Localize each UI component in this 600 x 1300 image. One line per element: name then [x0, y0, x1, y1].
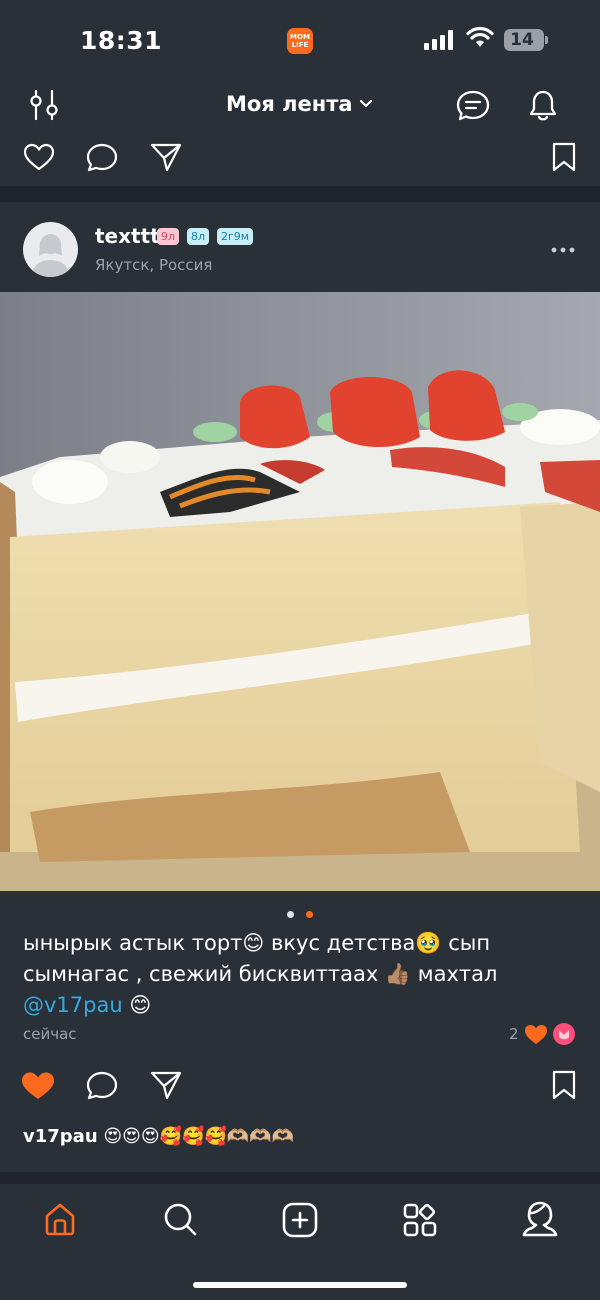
- wifi-icon: [466, 27, 494, 47]
- app-badge-icon: MOM LIFE: [287, 28, 313, 54]
- comment-author[interactable]: v17pau: [23, 1126, 98, 1147]
- tulip-reaction-icon: [553, 1023, 575, 1045]
- child-age-tag: 8л: [187, 228, 210, 245]
- comment-preview[interactable]: v17pau 😍😍😍🥰🥰🥰🫶🏼🫶🏼🫶🏼: [23, 1126, 294, 1147]
- services-icon[interactable]: [402, 1202, 438, 1238]
- home-indicator: [193, 1282, 407, 1288]
- post-caption: ынырык астык торт😊 вкус детства🥹 сып сым…: [23, 931, 498, 1017]
- avatar[interactable]: [23, 222, 78, 277]
- mention-link[interactable]: @v17pau: [23, 993, 123, 1017]
- heart-reaction-icon: [525, 1025, 547, 1044]
- carousel-dot-active[interactable]: [306, 911, 313, 918]
- comment-icon[interactable]: [85, 1070, 119, 1102]
- share-icon[interactable]: [149, 1069, 183, 1101]
- reactions-count[interactable]: 2: [509, 1025, 519, 1043]
- bell-icon[interactable]: [526, 88, 560, 124]
- more-options-icon[interactable]: [551, 247, 575, 253]
- battery-tip: [545, 36, 548, 44]
- status-time: 18:31: [80, 26, 163, 55]
- heart-icon[interactable]: [22, 142, 56, 172]
- feed-divider: [0, 1172, 600, 1184]
- search-icon[interactable]: [162, 1201, 198, 1237]
- bookmark-icon[interactable]: [551, 1069, 577, 1101]
- bookmark-icon[interactable]: [551, 141, 577, 173]
- add-post-icon[interactable]: [282, 1202, 318, 1238]
- signal-icon: [424, 30, 453, 50]
- filters-icon[interactable]: [28, 89, 62, 121]
- comment-icon[interactable]: [85, 142, 119, 174]
- messages-icon[interactable]: [455, 89, 491, 123]
- feed-title[interactable]: Моя лента: [226, 92, 353, 116]
- carousel-dot[interactable]: [287, 911, 294, 918]
- child-age-tag: 9л: [157, 228, 180, 245]
- chevron-down-icon[interactable]: [359, 99, 373, 109]
- post-photo[interactable]: [0, 292, 600, 891]
- heart-filled-icon[interactable]: [20, 1070, 56, 1102]
- comment-text: 😍😍😍🥰🥰🥰🫶🏼🫶🏼🫶🏼: [97, 1126, 295, 1147]
- home-icon[interactable]: [43, 1202, 77, 1236]
- share-icon[interactable]: [149, 141, 183, 173]
- profile-icon[interactable]: [522, 1200, 558, 1238]
- battery-level: 14: [510, 30, 534, 50]
- post-time: сейчас: [23, 1025, 77, 1043]
- feed-divider: [0, 186, 600, 202]
- child-age-tag: 2г9м: [217, 228, 254, 245]
- post-location: Якутск, Россия: [95, 256, 213, 274]
- post-author[interactable]: texttt: [95, 224, 160, 248]
